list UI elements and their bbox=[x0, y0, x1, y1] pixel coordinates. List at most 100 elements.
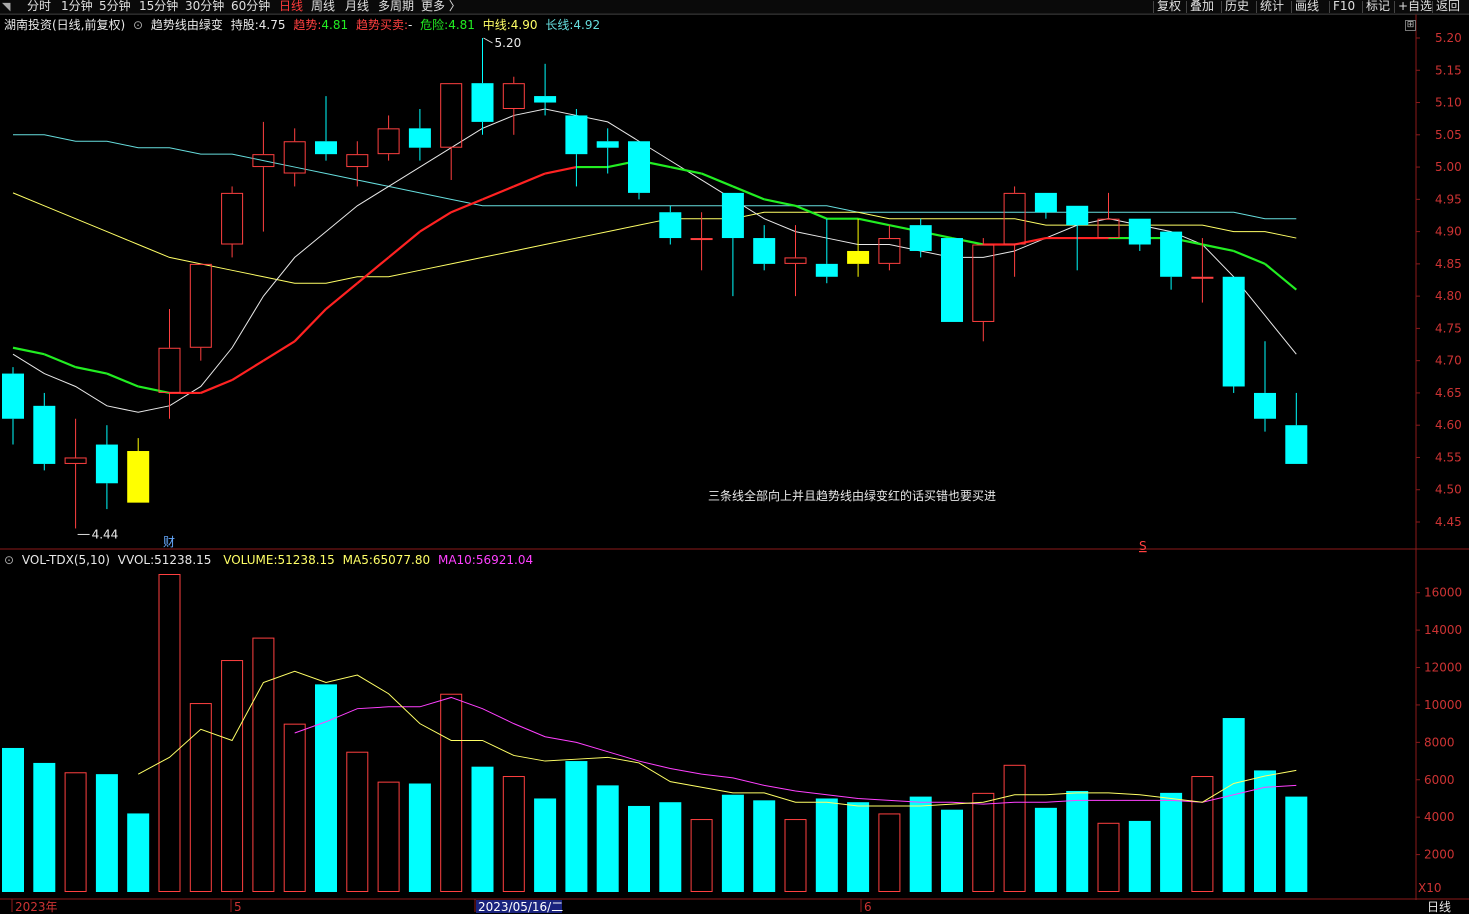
volume-bar[interactable] bbox=[972, 792, 995, 892]
candle-body[interactable] bbox=[95, 444, 118, 484]
volume-bar[interactable] bbox=[64, 772, 87, 892]
volume-scale-label: X10 bbox=[1418, 881, 1442, 895]
kline-chart[interactable]: 5.20 5.15 5.10 5.05 5.00 4.95 4.90 4.85 4.80 4.75… bbox=[0, 0, 1469, 914]
volume-bar[interactable] bbox=[408, 783, 431, 892]
candle-body[interactable] bbox=[596, 141, 619, 148]
trend-line-segment bbox=[1264, 263, 1297, 291]
candle-body[interactable] bbox=[221, 192, 244, 245]
candle-body[interactable] bbox=[189, 263, 212, 348]
candle-body[interactable] bbox=[1066, 205, 1089, 226]
candle-body[interactable] bbox=[534, 96, 557, 103]
candle-body[interactable] bbox=[753, 238, 776, 264]
volume-bar[interactable] bbox=[721, 794, 744, 892]
volume-tick-label: 8000 bbox=[1424, 735, 1455, 749]
volume-bar[interactable] bbox=[1285, 796, 1308, 892]
candle-body[interactable] bbox=[127, 451, 150, 503]
candle-body[interactable] bbox=[1128, 218, 1151, 245]
volume-bar[interactable] bbox=[784, 819, 807, 892]
candle-body[interactable] bbox=[721, 192, 744, 239]
time-axis-label: 6 bbox=[864, 900, 872, 914]
candle-body[interactable] bbox=[1222, 276, 1245, 387]
signal-s-marker[interactable]: S bbox=[1139, 539, 1147, 553]
candle-body[interactable] bbox=[941, 238, 963, 322]
candle-body[interactable] bbox=[690, 238, 713, 241]
volume-bar[interactable] bbox=[909, 796, 932, 892]
volume-bar[interactable] bbox=[471, 766, 494, 892]
volume-bar[interactable] bbox=[1034, 807, 1057, 892]
trend-line-segment bbox=[356, 256, 390, 285]
candle-body[interactable] bbox=[1097, 218, 1120, 239]
volume-bar[interactable] bbox=[221, 660, 244, 892]
volume-bar[interactable] bbox=[941, 809, 963, 892]
volume-bar[interactable] bbox=[815, 798, 838, 892]
candle-body[interactable] bbox=[471, 83, 494, 122]
candle-body[interactable] bbox=[565, 115, 588, 155]
volume-bar[interactable] bbox=[1097, 822, 1120, 892]
candle-body[interactable] bbox=[346, 154, 369, 168]
candle-body[interactable] bbox=[784, 257, 807, 264]
volume-bar[interactable] bbox=[158, 574, 181, 892]
volume-bar[interactable] bbox=[1003, 764, 1026, 892]
volume-bar[interactable] bbox=[1066, 790, 1089, 892]
price-tick-label: 4.95 bbox=[1435, 192, 1462, 206]
candle-body[interactable] bbox=[315, 141, 337, 155]
volume-bar[interactable] bbox=[753, 800, 776, 892]
candle-body[interactable] bbox=[158, 347, 181, 393]
candle-body[interactable] bbox=[64, 457, 87, 464]
candle-body[interactable] bbox=[628, 141, 650, 193]
price-tick-label: 5.05 bbox=[1435, 128, 1462, 142]
volume-bar[interactable] bbox=[2, 747, 24, 892]
trend-line-segment bbox=[231, 359, 264, 381]
volume-bar[interactable] bbox=[1191, 776, 1214, 893]
candle-body[interactable] bbox=[33, 405, 56, 464]
volume-bar[interactable] bbox=[1128, 820, 1151, 892]
volume-bar[interactable] bbox=[690, 819, 713, 892]
trend-line-segment bbox=[262, 340, 296, 362]
volume-bar[interactable] bbox=[847, 802, 870, 892]
candle-body[interactable] bbox=[2, 373, 24, 419]
candle-body[interactable] bbox=[1285, 425, 1308, 464]
volume-bar[interactable] bbox=[1222, 718, 1245, 892]
volume-bar[interactable] bbox=[502, 776, 525, 893]
candle-body[interactable] bbox=[909, 225, 932, 251]
volume-bar[interactable] bbox=[283, 723, 306, 892]
volume-bar[interactable] bbox=[878, 813, 901, 893]
candle-body[interactable] bbox=[408, 128, 431, 148]
volume-bar[interactable] bbox=[565, 761, 588, 892]
candle-body[interactable] bbox=[1160, 231, 1183, 277]
volume-tick-label: 10000 bbox=[1424, 698, 1462, 712]
volume-bar[interactable] bbox=[346, 751, 369, 892]
volume-bar[interactable] bbox=[33, 762, 56, 892]
candle-body[interactable] bbox=[1254, 392, 1276, 419]
trend-line-segment bbox=[325, 282, 358, 310]
volume-bar[interactable] bbox=[659, 802, 682, 892]
volume-bar[interactable] bbox=[377, 781, 400, 893]
volume-bar[interactable] bbox=[440, 693, 463, 892]
trend-line-segment bbox=[106, 372, 139, 388]
finance-event-marker[interactable]: 财 bbox=[163, 535, 175, 549]
volume-bar[interactable] bbox=[95, 774, 118, 892]
candle-body[interactable] bbox=[440, 83, 463, 148]
candle-body[interactable] bbox=[878, 238, 901, 264]
candle-body[interactable] bbox=[377, 128, 400, 155]
volume-bar[interactable] bbox=[315, 684, 337, 892]
candle-body[interactable] bbox=[1191, 276, 1214, 279]
volume-bar[interactable] bbox=[596, 785, 619, 892]
price-tick-label: 5.10 bbox=[1435, 96, 1462, 110]
volume-bar[interactable] bbox=[1160, 792, 1183, 892]
candle-body[interactable] bbox=[847, 250, 870, 264]
candle-body[interactable] bbox=[502, 83, 525, 109]
trend-line-segment bbox=[450, 198, 483, 214]
volume-bar[interactable] bbox=[127, 813, 150, 892]
candle-body[interactable] bbox=[972, 244, 995, 322]
volume-tick-label: 16000 bbox=[1424, 586, 1462, 600]
candle-body[interactable] bbox=[815, 263, 838, 277]
volume-bar[interactable] bbox=[252, 637, 275, 892]
volume-bar[interactable] bbox=[534, 798, 557, 892]
volume-ma5-line bbox=[137, 670, 1297, 807]
volume-bar[interactable] bbox=[628, 805, 650, 892]
candle-body[interactable] bbox=[1034, 192, 1057, 213]
panel-settings-icon[interactable]: ⊞ bbox=[1405, 20, 1416, 31]
candle-body[interactable] bbox=[659, 212, 682, 239]
trend-line-segment bbox=[293, 308, 327, 343]
